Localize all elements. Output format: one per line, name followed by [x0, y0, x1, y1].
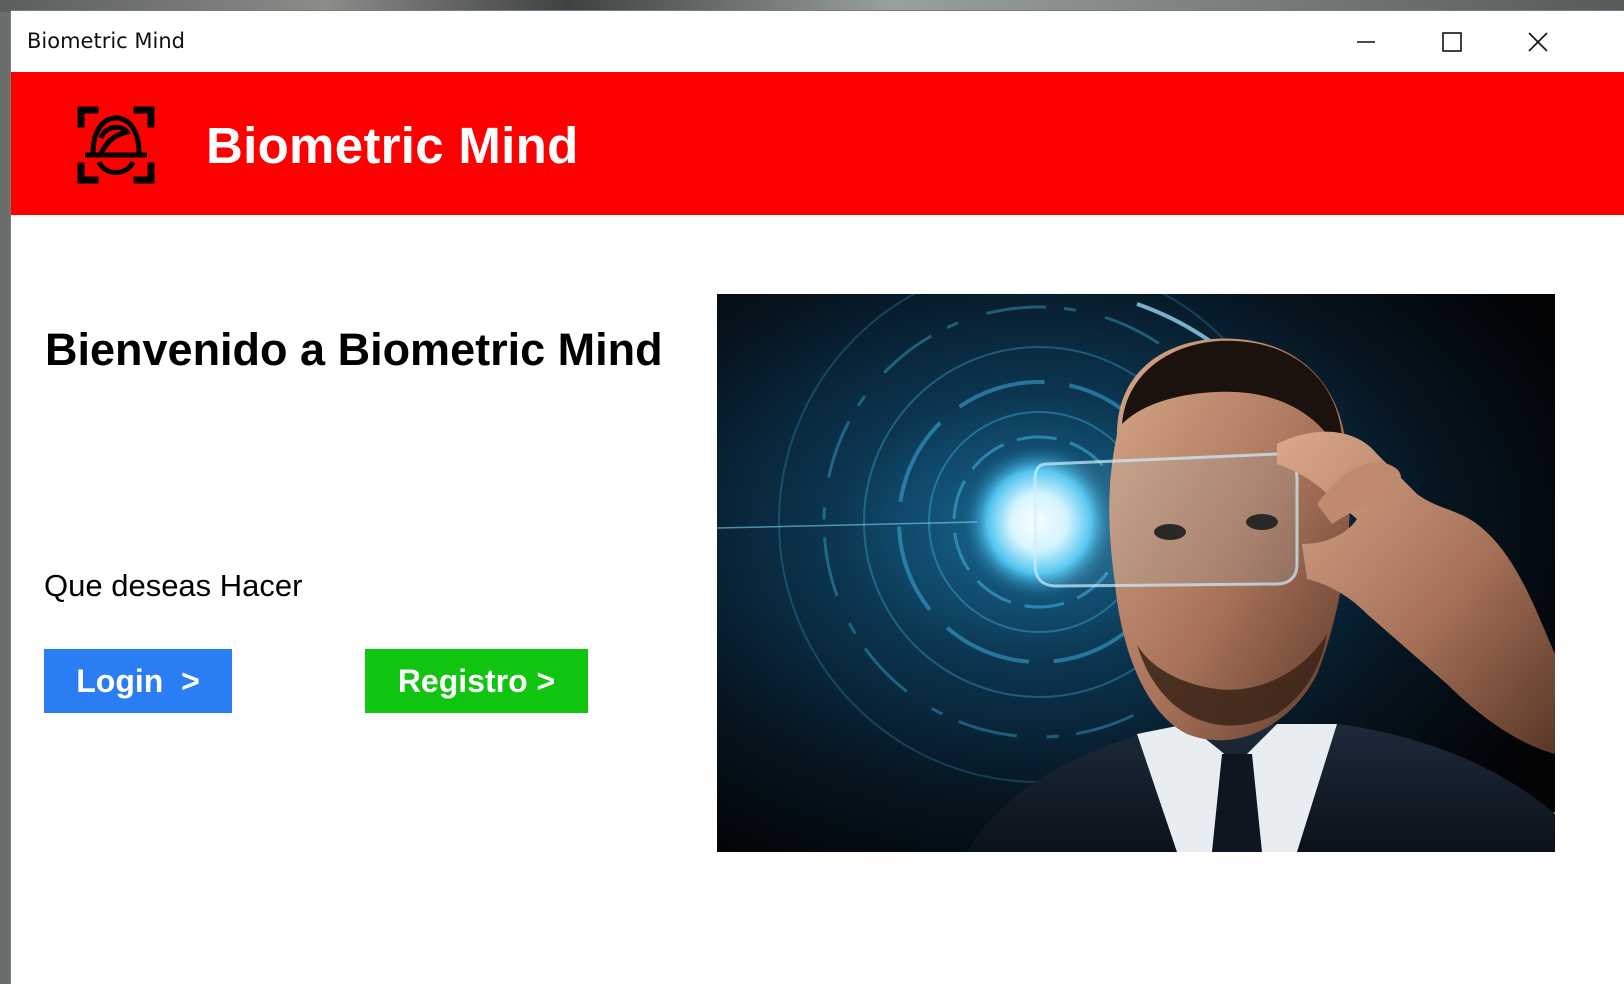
minimize-icon [1357, 40, 1375, 43]
hero-image [717, 294, 1555, 852]
welcome-heading: Bienvenido a Biometric Mind [45, 324, 663, 375]
maximize-button[interactable] [1409, 11, 1495, 72]
app-title: Biometric Mind [206, 117, 579, 174]
close-icon [1528, 31, 1548, 52]
window-title: Biometric Mind [27, 29, 185, 53]
title-bar: Biometric Mind [11, 11, 1624, 72]
registro-button[interactable]: Registro > [365, 649, 588, 713]
face-scan-icon [77, 106, 155, 184]
maximize-icon [1442, 31, 1462, 52]
prompt-text: Que deseas Hacer [44, 568, 303, 603]
login-button[interactable]: Login > [44, 649, 232, 713]
minimize-button[interactable] [1323, 11, 1409, 72]
app-window: Biometric Mind Biometric Mind Bienvenido… [10, 10, 1624, 984]
biometric-face-scan-photo [717, 294, 1555, 852]
close-button[interactable] [1495, 11, 1581, 72]
header-banner: Biometric Mind [11, 72, 1624, 215]
